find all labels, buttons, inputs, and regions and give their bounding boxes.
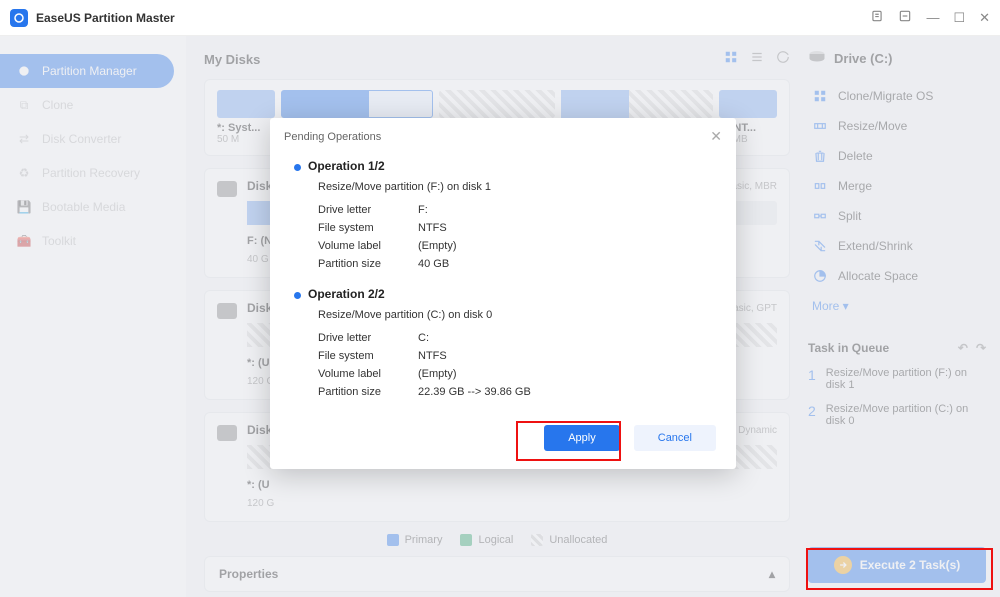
title-bar: EaseUS Partition Master — ☐ ✕ <box>0 0 1000 36</box>
bullet-icon <box>294 292 301 299</box>
highlight-apply <box>516 421 621 461</box>
minimize-icon[interactable]: — <box>926 10 939 25</box>
pending-operations-modal: Pending Operations ✕ Operation 1/2 Resiz… <box>270 118 736 469</box>
modal-title: Pending Operations <box>284 131 710 143</box>
app-logo-icon <box>10 9 28 27</box>
refresh-app-icon[interactable] <box>898 9 912 26</box>
highlight-execute <box>806 548 993 590</box>
operation-1: Operation 1/2 Resize/Move partition (F:)… <box>270 155 736 283</box>
modal-close-icon[interactable]: ✕ <box>710 128 722 145</box>
maximize-icon[interactable]: ☐ <box>953 10 965 26</box>
history-icon[interactable] <box>870 9 884 26</box>
cancel-button[interactable]: Cancel <box>634 425 716 451</box>
operation-2: Operation 2/2 Resize/Move partition (C:)… <box>270 283 736 411</box>
bullet-icon <box>294 164 301 171</box>
app-title: EaseUS Partition Master <box>36 11 870 25</box>
close-window-icon[interactable]: ✕ <box>979 10 990 26</box>
